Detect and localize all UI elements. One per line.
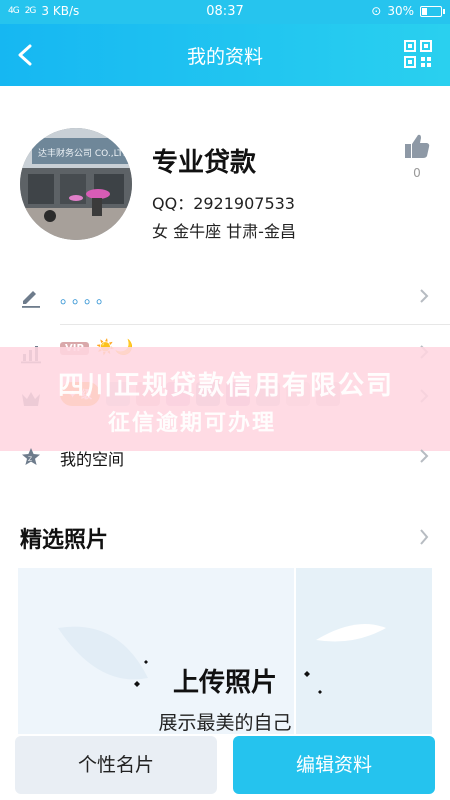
my-space-row[interactable]: Z 我的空间 [0, 428, 450, 484]
watermark-line-1: 四川正规贷款信用有限公司 [58, 371, 395, 401]
page-title: 我的资料 [186, 46, 263, 68]
upload-title: 上传照片 [172, 668, 277, 698]
nav-bar: 我的资料 [0, 24, 450, 86]
chevron-right-icon[interactable] [418, 528, 430, 546]
my-space-label: 我的空间 [60, 450, 125, 469]
star-icon: Z [22, 448, 40, 465]
pencil-icon [22, 291, 40, 308]
signature-text: 。。。。 [60, 288, 117, 307]
avatar-sign-text: 达丰财务公司 CO.,LTD. [38, 147, 132, 159]
status-right: ⊙ 30% [371, 4, 445, 18]
chevron-right-icon [420, 289, 429, 303]
battery-percent: 30% [387, 4, 414, 18]
battery-icon [420, 5, 445, 17]
profile-header: 达丰财务公司 CO.,LTD. 专业贷款 QQ：2921907533 女 金牛座… [0, 86, 450, 266]
like-count: 0 [413, 166, 421, 180]
chevron-right-icon [420, 449, 429, 463]
avatar[interactable]: 达丰财务公司 CO.,LTD. [20, 128, 132, 240]
personal-card-button[interactable]: 个性名片 [15, 736, 217, 794]
battery-fill [422, 7, 428, 15]
photos-section-title: 精选照片 [20, 528, 109, 553]
signature-row[interactable]: 。。。。 [0, 268, 450, 324]
profile-info: 女 金牛座 甘肃-金昌 [152, 222, 296, 241]
profile-name: 专业贷款 [152, 148, 257, 178]
status-bar: 4G 2G 3 KB/s 08:37 ⊙ 30% [0, 0, 450, 24]
qr-code-icon[interactable] [404, 40, 432, 68]
upload-photo-area[interactable]: 上传照片 展示最美的自己 [18, 568, 432, 734]
edit-profile-button[interactable]: 编辑资料 [233, 736, 435, 794]
svg-text:Z: Z [28, 456, 32, 463]
upload-subtitle: 展示最美的自己 [158, 712, 292, 734]
thumbs-up-icon [405, 134, 430, 158]
bottom-action-bar: 个性名片 编辑资料 [0, 734, 450, 800]
lock-rotation-icon: ⊙ [371, 4, 382, 18]
like-button[interactable]: 0 [402, 132, 432, 180]
profile-qq: QQ：2921907533 [152, 194, 295, 213]
